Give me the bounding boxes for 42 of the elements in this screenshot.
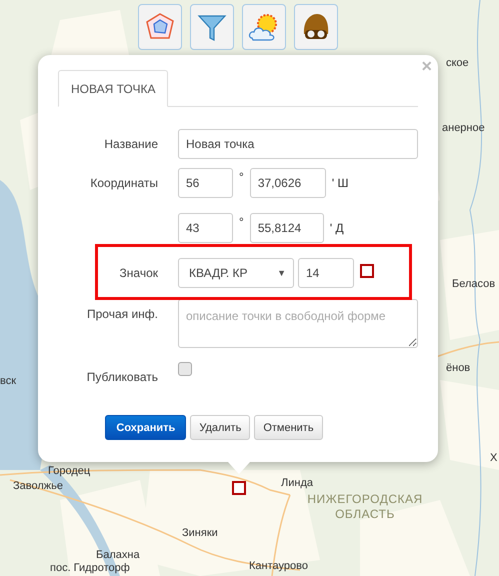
dialog-button[interactable]: Удалить [190,415,250,440]
place-label: вск [0,374,16,388]
tab[interactable]: НОВАЯ ТОЧКА [58,70,168,107]
place-label: Беласов [452,277,496,291]
place-label: Городец [48,464,90,478]
region-label: НИЖЕГОРОДСКАЯ ОБЛАСТЬ [306,492,424,522]
place-label: Х [490,451,498,465]
place-label: Зиняки [182,526,218,540]
place-label: Заволжье [13,479,63,493]
field-label: Название [103,137,158,151]
field-label: Прочая инф. [86,307,158,321]
degrees-field[interactable]: 43 [178,213,233,243]
field-label: Координаты [89,176,158,190]
hemisphere-label: ' Ш [332,176,348,190]
square-preview-icon [360,264,374,278]
degree-sign: ° [239,215,244,229]
field-label: Значок [118,266,158,280]
dialog-button[interactable]: Сохранить [105,415,186,440]
minutes-field[interactable]: 37,0626 [250,168,326,198]
minutes-field[interactable]: 55,8124 [250,213,324,243]
place-label: Балахна [96,548,140,562]
place-label: анерное [442,121,485,135]
field-label: Публиковать [86,370,158,384]
square-marker-icon [232,481,246,495]
sun-cloud-icon [248,12,280,42]
description-field[interactable]: описание точки в свободной форме [178,299,418,348]
toolbar-button[interactable] [294,4,338,50]
degree-sign: ° [239,170,244,184]
helmet-icon [301,12,331,42]
publish-checkbox[interactable] [178,362,192,376]
shape-dropdown[interactable]: КВАДР. КР ▼ [178,258,294,288]
place-label: ёнов [446,361,470,375]
name-field[interactable]: Новая точка [178,129,418,159]
radar-chart-icon [145,12,175,42]
size-field[interactable]: 14 [298,258,354,288]
hemisphere-label: ' Д [330,221,344,235]
place-label: Линда [281,476,313,490]
place-label: ское [446,56,469,70]
degrees-field[interactable]: 56 [178,168,233,198]
place-label: пос. Гидроторф [50,561,130,575]
dialog-button[interactable]: Отменить [254,415,323,440]
place-label: Кантаурово [249,559,308,573]
